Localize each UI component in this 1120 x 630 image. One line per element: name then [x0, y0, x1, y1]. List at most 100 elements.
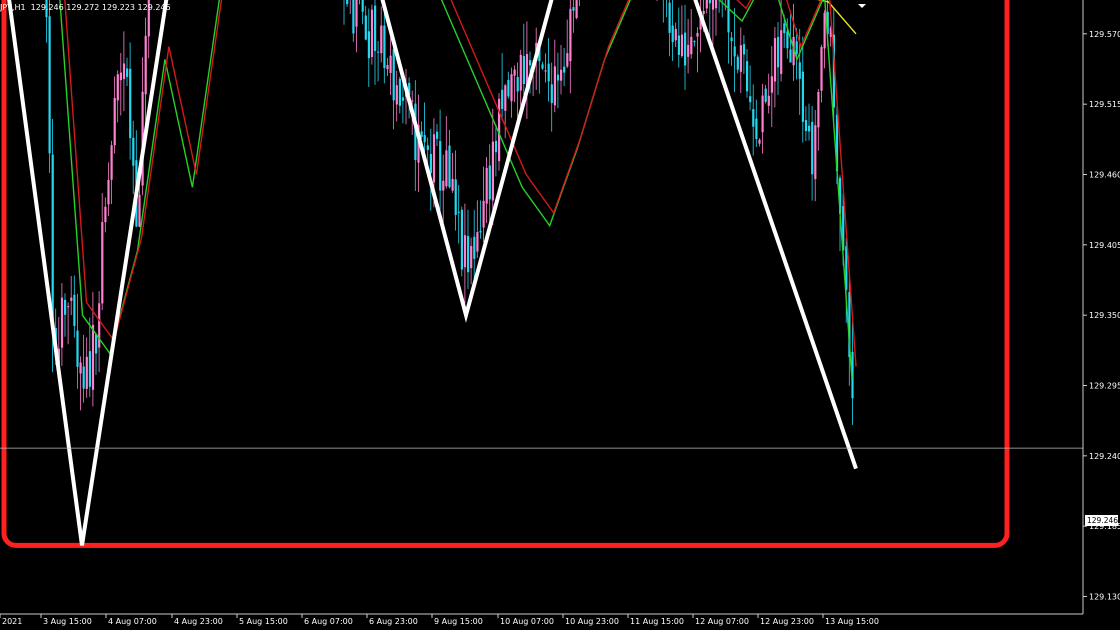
- candle-body: [777, 36, 780, 68]
- candle-body: [451, 178, 454, 191]
- candle-body: [801, 71, 804, 122]
- y-tick-label: 129.295: [1089, 381, 1120, 390]
- candle-body: [420, 131, 423, 137]
- candle-body: [473, 236, 476, 259]
- candle-body: [749, 96, 752, 103]
- candle-body: [132, 137, 135, 166]
- candle-body: [442, 180, 445, 191]
- candle-body: [113, 98, 116, 146]
- candle-body: [702, 10, 705, 14]
- candle-body: [426, 145, 429, 150]
- candle-body: [361, 0, 364, 12]
- candle-body: [392, 49, 395, 101]
- candle-body: [398, 78, 401, 106]
- candle-body: [88, 351, 91, 387]
- candle-body: [798, 62, 801, 79]
- x-tick-label: 12 Aug 23:00: [760, 617, 814, 626]
- candle-body: [811, 121, 814, 175]
- candle-body: [448, 145, 451, 188]
- candle-body: [122, 63, 126, 80]
- current-price-tag: 129.246: [1085, 515, 1119, 526]
- candle-body: [116, 74, 119, 101]
- y-tick-label: 129.350: [1089, 311, 1120, 320]
- candle-body: [742, 44, 746, 55]
- candle-body: [491, 141, 494, 201]
- candle-body: [346, 0, 349, 5]
- candle-body: [563, 66, 566, 73]
- x-tick-label: 4 Aug 07:00: [108, 617, 157, 626]
- candle-body: [82, 366, 85, 389]
- candle-body: [674, 28, 677, 41]
- x-tick-label: 5 Aug 15:00: [239, 617, 288, 626]
- x-tick-label: 13 Aug 15:00: [825, 617, 879, 626]
- candle-body: [463, 235, 467, 268]
- candle-body: [668, 2, 671, 33]
- candle-body: [770, 76, 773, 93]
- y-tick-label: 129.130: [1089, 593, 1120, 602]
- candle-body: [746, 61, 749, 92]
- candle-body: [733, 46, 736, 57]
- candle-body: [817, 91, 820, 128]
- x-tick-label: 10 Aug 23:00: [565, 617, 619, 626]
- candle-body: [454, 179, 457, 215]
- ohlc-values: 129.246 129.272 129.223 129.246: [30, 3, 171, 12]
- candle-body: [401, 97, 405, 101]
- candle-body: [144, 35, 147, 95]
- candle-body: [677, 35, 680, 55]
- candle-body: [507, 79, 510, 97]
- candle-body: [494, 140, 498, 153]
- candle-body: [804, 120, 808, 132]
- candle-body: [119, 72, 122, 81]
- candle-body: [705, 0, 708, 9]
- candle-body: [736, 56, 739, 70]
- candle-body: [95, 334, 98, 354]
- x-tick-label: 10 Aug 07:00: [500, 617, 554, 626]
- candle-body: [789, 49, 792, 63]
- candle-body: [476, 232, 479, 252]
- candle-body: [758, 139, 761, 144]
- candle-body: [786, 31, 789, 49]
- candle-body: [91, 324, 95, 390]
- candle-body: [377, 51, 380, 53]
- candle-body: [432, 134, 436, 183]
- y-tick-label: 129.240: [1089, 452, 1120, 461]
- candle-body: [436, 131, 439, 139]
- candle-body: [429, 154, 432, 174]
- candle-body: [104, 206, 107, 223]
- candle-body: [479, 230, 482, 233]
- x-tick-label: 9 Aug 15:00: [434, 617, 483, 626]
- candle-body: [727, 0, 730, 33]
- candle-body: [814, 125, 817, 180]
- candle-body: [693, 41, 696, 43]
- candle-body: [138, 194, 141, 227]
- candle-body: [85, 356, 88, 389]
- x-tick-label: 2021: [2, 617, 22, 626]
- y-tick-label: 129.460: [1089, 170, 1120, 179]
- candle-body: [364, 15, 367, 40]
- candle-body: [488, 165, 491, 200]
- candle-body: [575, 0, 578, 18]
- candle-body: [445, 150, 448, 187]
- candle-body: [101, 222, 104, 304]
- chart-background: [0, 0, 1120, 630]
- candle-body: [529, 60, 532, 66]
- candle-body: [460, 209, 463, 270]
- candle-body: [560, 69, 563, 81]
- x-tick-label: 6 Aug 07:00: [304, 617, 353, 626]
- candle-body: [370, 9, 374, 57]
- candle-body: [423, 135, 426, 143]
- candle-body: [367, 31, 370, 59]
- candle-body: [482, 200, 485, 228]
- y-tick-label: 129.515: [1089, 100, 1120, 109]
- candle-body: [98, 303, 101, 348]
- candle-body: [808, 125, 811, 132]
- candle-body: [687, 44, 690, 57]
- candle-body: [566, 53, 569, 67]
- candle-body: [550, 84, 553, 104]
- candle-body: [504, 85, 507, 111]
- candle-body: [67, 306, 70, 308]
- candle-body: [352, 0, 355, 34]
- candle-body: [755, 118, 758, 140]
- candle-body: [411, 100, 414, 102]
- price-chart[interactable]: 130.010129.955129.900129.845129.790129.7…: [0, 0, 1120, 630]
